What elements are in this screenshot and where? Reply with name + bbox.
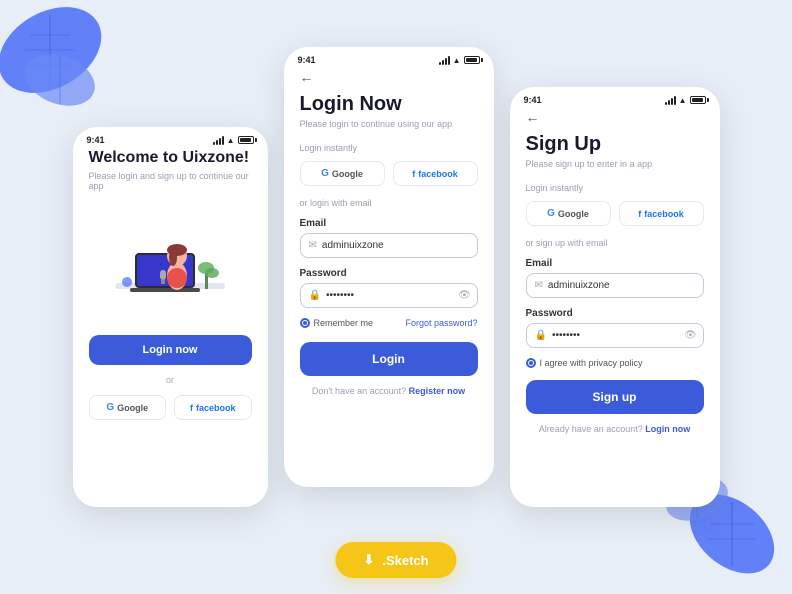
agree-radio[interactable] xyxy=(526,358,536,368)
google-icon-right: G xyxy=(547,208,555,219)
password-input-right[interactable] xyxy=(552,330,684,341)
divider-label-center: or login with email xyxy=(300,198,478,208)
battery-icon-right xyxy=(690,96,706,104)
divider-label-right: or sign up with email xyxy=(526,238,704,248)
facebook-label-right: facebook xyxy=(644,209,684,219)
welcome-subtitle: Please login and sign up to continue our… xyxy=(89,171,252,191)
login-now-button[interactable]: Login now xyxy=(89,335,252,365)
remember-label: Remember me xyxy=(314,318,374,328)
email-field-label-right: Email xyxy=(526,258,704,269)
password-field-label: Password xyxy=(300,268,478,279)
wifi-icon-left: ▲ xyxy=(227,136,235,145)
facebook-button-right[interactable]: f facebook xyxy=(619,201,704,226)
email-field-label: Email xyxy=(300,218,478,229)
login-instantly-label: Login instantly xyxy=(300,143,478,153)
status-icons-left: ▲ xyxy=(213,136,254,145)
email-input-wrapper: ✉ xyxy=(300,233,478,258)
bottom-text-right: Already have an account? Login now xyxy=(526,424,704,434)
signal-icon-right xyxy=(665,96,676,105)
eye-icon[interactable]: 👁 xyxy=(458,290,471,301)
remember-radio[interactable] xyxy=(300,318,310,328)
social-buttons-right: G Google f facebook xyxy=(526,201,704,226)
google-label-left: Google xyxy=(117,403,148,413)
agree-row: I agree with privacy policy xyxy=(526,358,704,368)
register-link[interactable]: Register now xyxy=(409,386,466,396)
sketch-download-button[interactable]: ⬇ .Sketch xyxy=(335,542,456,578)
left-phone-content: Welcome to Uixzone! Please login and sig… xyxy=(73,149,268,436)
remember-left: Remember me xyxy=(300,318,374,328)
facebook-icon-center: f xyxy=(412,169,415,179)
eye-icon-right[interactable]: 👁 xyxy=(684,330,697,341)
or-divider: or xyxy=(89,375,252,385)
email-input-right[interactable] xyxy=(548,280,695,291)
google-button-center[interactable]: G Google xyxy=(300,161,385,186)
right-phone-content: ← Sign Up Please sign up to enter in a a… xyxy=(510,109,720,450)
status-icons-center: ▲ xyxy=(439,56,480,65)
phone-left: 9:41 ▲ Welcome to Uixzone! Please login … xyxy=(73,127,268,507)
status-time-right: 9:41 xyxy=(524,95,542,105)
status-bar-left: 9:41 ▲ xyxy=(73,127,268,149)
signup-title: Sign Up xyxy=(526,133,704,156)
facebook-button-left[interactable]: f facebook xyxy=(174,395,252,420)
center-phone-content: ← Login Now Please login to continue usi… xyxy=(284,69,494,412)
status-bar-center: 9:41 ▲ xyxy=(284,47,494,69)
illustration xyxy=(89,203,252,323)
google-icon-left: G xyxy=(106,402,114,413)
back-arrow-right[interactable]: ← xyxy=(526,109,540,125)
password-field-label-right: Password xyxy=(526,308,704,319)
phone-right: 9:41 ▲ ← Sign Up Please sign up to enter… xyxy=(510,87,720,507)
google-button-right[interactable]: G Google xyxy=(526,201,611,226)
lock-icon: 🔒 xyxy=(309,290,321,301)
no-account-text: Don't have an account? xyxy=(312,386,406,396)
signup-button[interactable]: Sign up xyxy=(526,380,704,414)
sketch-label: .Sketch xyxy=(382,553,428,568)
wifi-icon-center: ▲ xyxy=(453,56,461,65)
google-icon-center: G xyxy=(321,168,329,179)
login-subtitle: Please login to continue using our app xyxy=(300,119,478,129)
remember-row: Remember me Forgot password? xyxy=(300,318,478,328)
battery-icon-left xyxy=(238,136,254,144)
agree-label: I agree with privacy policy xyxy=(540,358,643,368)
social-buttons-center: G Google f facebook xyxy=(300,161,478,186)
login-button[interactable]: Login xyxy=(300,342,478,376)
battery-icon-center xyxy=(464,56,480,64)
signal-icon-left xyxy=(213,136,224,145)
email-icon-right: ✉ xyxy=(535,280,543,291)
facebook-label-left: facebook xyxy=(196,403,236,413)
password-input-wrapper: 🔒 👁 xyxy=(300,283,478,308)
facebook-button-center[interactable]: f facebook xyxy=(393,161,478,186)
bottom-text-center: Don't have an account? Register now xyxy=(300,386,478,396)
email-input-wrapper-right: ✉ xyxy=(526,273,704,298)
back-arrow-center[interactable]: ← xyxy=(300,69,314,85)
social-buttons-left: G Google f facebook xyxy=(89,395,252,420)
status-time-left: 9:41 xyxy=(87,135,105,145)
facebook-icon-right: f xyxy=(638,209,641,219)
screens-container: 9:41 ▲ Welcome to Uixzone! Please login … xyxy=(73,47,720,547)
login-instantly-label-right: Login instantly xyxy=(526,183,704,193)
status-icons-right: ▲ xyxy=(665,96,706,105)
wifi-icon-right: ▲ xyxy=(679,96,687,105)
forgot-password-link[interactable]: Forgot password? xyxy=(405,318,477,328)
welcome-title: Welcome to Uixzone! xyxy=(89,149,252,167)
sketch-btn-container: ⬇ .Sketch xyxy=(335,542,456,578)
lock-icon-right: 🔒 xyxy=(535,330,547,341)
google-button-left[interactable]: G Google xyxy=(89,395,167,420)
google-label-right: Google xyxy=(558,209,589,219)
login-title: Login Now xyxy=(300,93,478,116)
password-input-wrapper-right: 🔒 👁 xyxy=(526,323,704,348)
signal-icon-center xyxy=(439,56,450,65)
status-time-center: 9:41 xyxy=(298,55,316,65)
google-label-center: Google xyxy=(332,169,363,179)
signup-subtitle: Please sign up to enter in a app xyxy=(526,159,704,169)
status-bar-right: 9:41 ▲ xyxy=(510,87,720,109)
login-link[interactable]: Login now xyxy=(645,424,690,434)
facebook-label-center: facebook xyxy=(418,169,458,179)
phone-center: 9:41 ▲ ← Login Now Please login to conti… xyxy=(284,47,494,487)
password-input[interactable] xyxy=(326,290,458,301)
facebook-icon-left: f xyxy=(190,403,193,413)
have-account-text: Already have an account? xyxy=(539,424,643,434)
sketch-download-icon: ⬇ xyxy=(363,552,374,568)
email-input[interactable] xyxy=(322,240,469,251)
email-icon: ✉ xyxy=(309,240,317,251)
